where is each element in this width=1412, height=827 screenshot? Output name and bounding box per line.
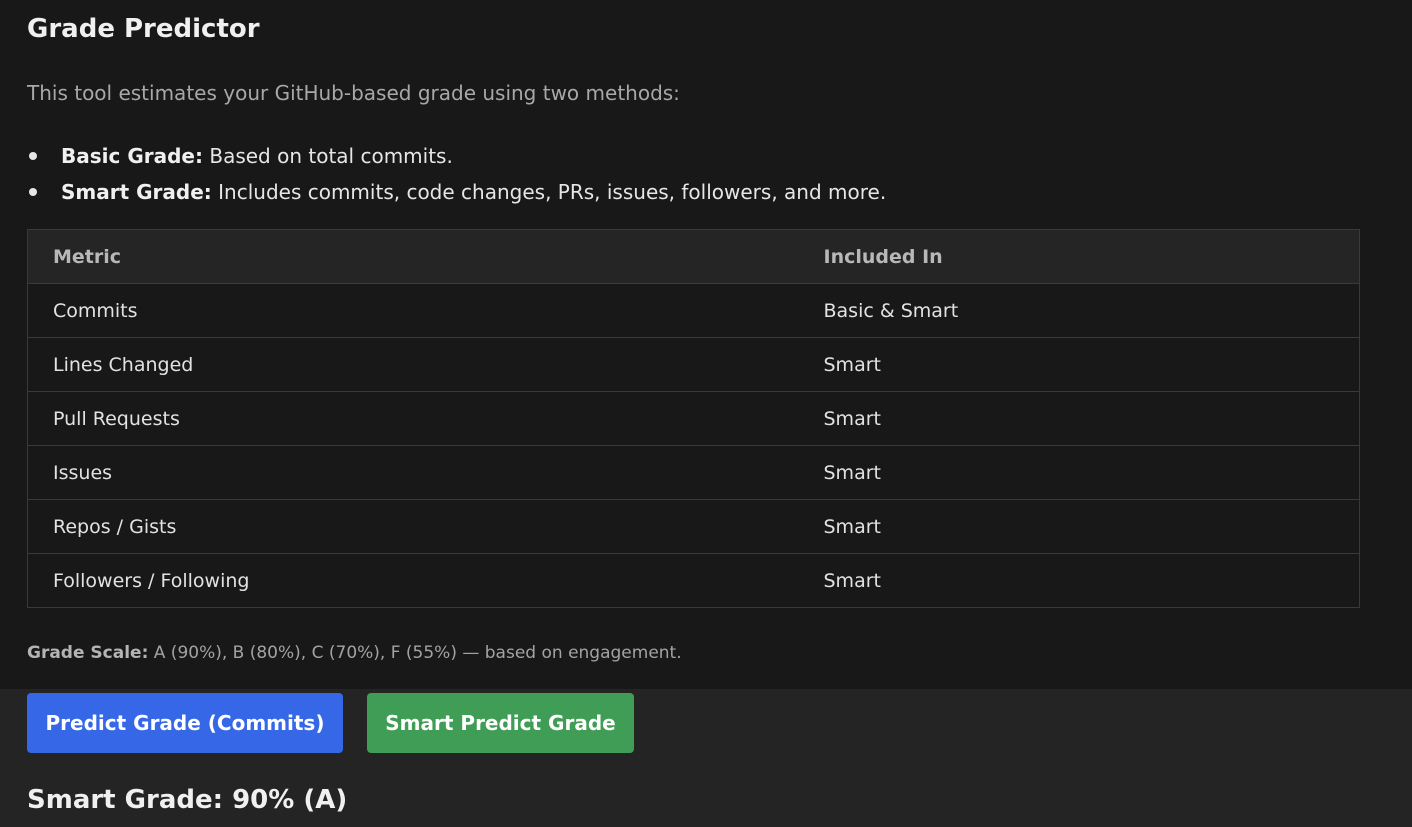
table-row: Issues Smart [27,445,1360,500]
metric-cell: Repos / Gists [27,499,799,554]
grade-scale-text: A (90%), B (80%), C (70%), F (55%) — bas… [148,643,682,663]
table-row: Repos / Gists Smart [27,499,1360,554]
included-in-cell: Smart [798,445,1360,500]
metric-cell: Commits [27,283,799,338]
method-description: Includes commits, code changes, PRs, iss… [211,180,887,204]
bullet-icon [29,152,37,160]
grade-scale-note: Grade Scale: A (90%), B (80%), C (70%), … [27,643,682,663]
included-in-cell: Smart [798,499,1360,554]
page: Grade Predictor This tool estimates your… [0,0,1412,827]
intro-text: This tool estimates your GitHub-based gr… [27,81,680,105]
smart-grade-result: Smart Grade: 90% (A) [27,785,348,815]
smart-predict-grade-button[interactable]: Smart Predict Grade [367,693,634,753]
column-header-metric: Metric [27,229,799,284]
metrics-table: Metric Included In Commits Basic & Smart… [27,229,1360,608]
methods-list: Basic Grade: Based on total commits. Sma… [27,138,886,210]
grade-scale-label: Grade Scale: [27,643,149,663]
method-description: Based on total commits. [202,144,453,168]
included-in-cell: Smart [798,553,1360,608]
page-title: Grade Predictor [27,14,260,44]
table-row: Commits Basic & Smart [27,283,1360,338]
included-in-cell: Basic & Smart [798,283,1360,338]
included-in-cell: Smart [798,337,1360,392]
method-label: Basic Grade: [61,144,203,168]
included-in-cell: Smart [798,391,1360,446]
method-label: Smart Grade: [61,180,212,204]
metric-cell: Lines Changed [27,337,799,392]
list-item-basic-grade: Basic Grade: Based on total commits. [27,138,886,174]
bullet-icon [29,188,37,196]
table-row: Lines Changed Smart [27,337,1360,392]
list-item-smart-grade: Smart Grade: Includes commits, code chan… [27,174,886,210]
table-row: Pull Requests Smart [27,391,1360,446]
table-header-row: Metric Included In [27,229,1360,284]
metric-cell: Issues [27,445,799,500]
metric-cell: Followers / Following [27,553,799,608]
metric-cell: Pull Requests [27,391,799,446]
predict-grade-commits-button[interactable]: Predict Grade (Commits) [27,693,343,753]
column-header-included-in: Included In [798,229,1360,284]
table-row: Followers / Following Smart [27,553,1360,608]
